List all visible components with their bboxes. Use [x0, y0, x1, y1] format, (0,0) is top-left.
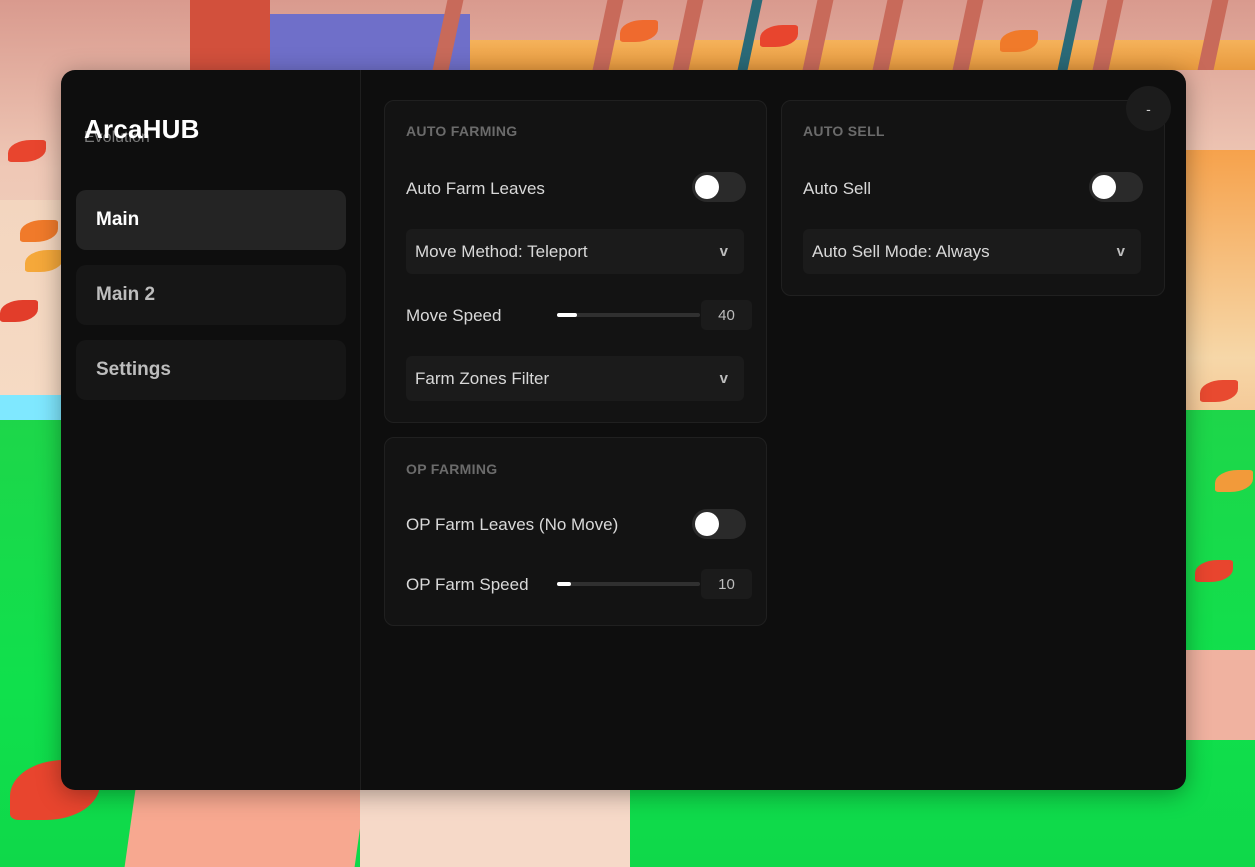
op-farm-leaves-toggle[interactable] [692, 509, 746, 539]
op-farm-leaves-label: OP Farm Leaves (No Move) [406, 515, 619, 534]
auto-sell-mode-dropdown[interactable]: Auto Sell Mode: Always v [803, 229, 1141, 274]
move-speed-slider[interactable] [557, 313, 700, 317]
panel-title: AUTO SELL [803, 123, 885, 139]
minimize-button[interactable]: - [1126, 86, 1171, 131]
background-tile [124, 790, 366, 867]
chevron-down-icon: v [719, 243, 728, 260]
toggle-knob [695, 175, 719, 199]
dropdown-label: Move Method: Teleport [415, 241, 588, 261]
panel-title: AUTO FARMING [406, 123, 518, 139]
sidebar-item-settings[interactable]: Settings [76, 340, 346, 400]
brand-title: ArcaHUB [84, 114, 200, 144]
panel-title: OP FARMING [406, 461, 498, 477]
toggle-knob [695, 512, 719, 536]
sidebar-item-main-2[interactable]: Main 2 [76, 265, 346, 325]
op-farm-speed-slider[interactable] [557, 582, 700, 586]
auto-farm-leaves-label: Auto Farm Leaves [406, 179, 545, 198]
toggle-knob [1092, 175, 1116, 199]
background-rail [470, 40, 1255, 70]
background-water [0, 395, 70, 420]
move-method-dropdown[interactable]: Move Method: Teleport v [406, 229, 744, 274]
op-farming-panel: OP FARMING OP Farm Leaves (No Move) OP F… [384, 437, 767, 626]
chevron-down-icon: v [719, 370, 728, 387]
hub-window: Evolution ArcaHUB Main Main 2 Settings A… [61, 70, 1186, 790]
move-speed-value[interactable]: 40 [701, 300, 752, 330]
sidebar-item-main[interactable]: Main [76, 190, 346, 250]
background-tile [360, 790, 630, 867]
slider-fill [557, 313, 578, 317]
background-red-block [190, 0, 270, 70]
auto-farm-leaves-toggle[interactable] [692, 172, 746, 202]
chevron-down-icon: v [1116, 243, 1125, 260]
op-farm-speed-value[interactable]: 10 [701, 569, 752, 599]
auto-sell-label: Auto Sell [803, 179, 872, 198]
move-speed-label: Move Speed [406, 306, 502, 325]
sidebar: Evolution ArcaHUB Main Main 2 Settings [61, 70, 361, 790]
dropdown-label: Auto Sell Mode: Always [812, 241, 990, 261]
auto-sell-panel: AUTO SELL Auto Sell Auto Sell Mode: Alwa… [781, 100, 1165, 296]
auto-sell-toggle[interactable] [1089, 172, 1143, 202]
slider-fill [557, 582, 572, 586]
op-farm-speed-label: OP Farm Speed [406, 575, 529, 594]
farm-zones-filter-dropdown[interactable]: Farm Zones Filter v [406, 356, 744, 401]
auto-farming-panel: AUTO FARMING Auto Farm Leaves Move Metho… [384, 100, 767, 423]
dropdown-label: Farm Zones Filter [415, 368, 550, 388]
